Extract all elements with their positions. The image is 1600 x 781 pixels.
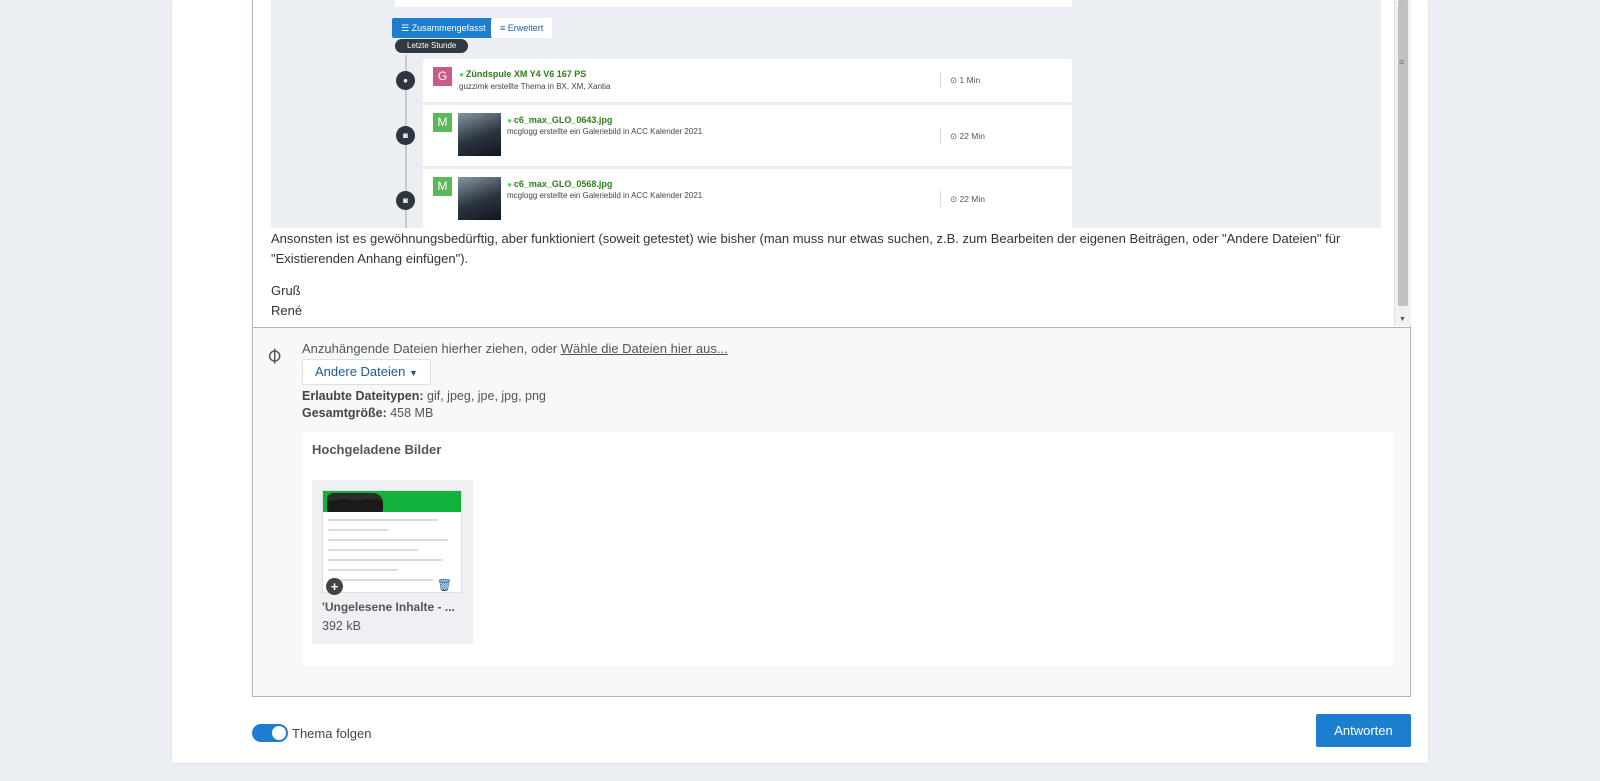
time-pill: Letzte Stunde (395, 39, 469, 53)
editor-scrollbar[interactable]: ≡ ▼ (1394, 0, 1411, 326)
allowed-types-value: gif, jpeg, jpe, jpg, png (423, 389, 546, 403)
preview-car-image (327, 493, 383, 512)
activity-time: ⊙ 1 Min (940, 72, 980, 88)
activity-title: c6_max_GLO_0643.jpg (507, 115, 613, 125)
activity-title: c6_max_GLO_0568.jpg (507, 179, 613, 189)
total-size-label: Gesamtgröße: (302, 406, 387, 420)
preview-line (328, 569, 398, 571)
trash-icon[interactable]: 🗑 (436, 578, 453, 593)
tab-extended-label: Erweitert (507, 23, 544, 33)
activity-time-value: 22 Min (959, 194, 985, 204)
image-filesize: 392 kB (322, 619, 361, 633)
tab-summary: ☰ Zusammengefasst (392, 18, 495, 38)
allowed-types-label: Erlaubte Dateitypen: (302, 389, 424, 403)
activity-item: G Zündspule XM Y4 V6 167 PS guzzimk erst… (423, 59, 1072, 102)
other-files-button[interactable]: Andere Dateien ▼ (302, 359, 431, 385)
activity-item: M c6_max_GLO_0643.jpg mcglogg erstellte … (423, 105, 1072, 166)
post-text-line: "Existierenden Anhang einfügen"). (271, 251, 469, 266)
choose-files-link[interactable]: Wähle die Dateien hier aus... (561, 341, 728, 356)
preview-line (328, 539, 448, 541)
message-editor[interactable]: ☰ Zusammengefasst ≡ Erweitert Letzte Stu… (252, 0, 1411, 697)
gallery-thumbnail (458, 113, 501, 156)
avatar: G (433, 67, 452, 86)
preview-line (328, 549, 418, 551)
follow-thread-toggle[interactable] (252, 724, 288, 742)
camera-icon: ◙ (396, 191, 415, 210)
activity-subtitle: mcglogg erstellte ein Galeriebild in ACC… (507, 191, 703, 200)
activity-time: ⊙ 22 Min (940, 128, 985, 144)
editor-content[interactable]: ☰ Zusammengefasst ≡ Erweitert Letzte Stu… (253, 0, 1394, 326)
drop-zone-label: Anzuhängende Dateien hierher ziehen, ode… (302, 341, 561, 356)
tab-extended: ≡ Erweitert (491, 18, 553, 38)
insert-image-icon[interactable]: + (326, 578, 343, 595)
total-size: Gesamtgröße: 458 MB (302, 406, 433, 420)
total-size-value: 458 MB (386, 406, 434, 420)
activity-time-value: 1 Min (959, 75, 981, 85)
embedded-screenshot: ☰ Zusammengefasst ≡ Erweitert Letzte Stu… (271, 0, 1381, 228)
other-files-label: Andere Dateien (315, 364, 406, 379)
uploaded-image-card: + 🗑 'Ungelesene Inhalte - ... 392 kB (312, 480, 473, 644)
image-filename: 'Ungelesene Inhalte - ... (322, 600, 455, 614)
scroll-down-icon[interactable]: ▼ (1399, 316, 1406, 323)
scrollbar-thumb[interactable] (1398, 0, 1408, 306)
comment-icon: ● (396, 71, 415, 90)
preview-line (328, 559, 443, 561)
drop-zone-text: Anzuhängende Dateien hierher ziehen, ode… (302, 341, 728, 356)
activity-item: M c6_max_GLO_0568.jpg mcglogg erstellte … (423, 169, 1072, 228)
preview-line (328, 519, 438, 521)
tab-summary-label: Zusammengefasst (411, 23, 486, 33)
caret-down-icon: ▼ (408, 368, 418, 378)
follow-thread-label: Thema folgen (292, 726, 372, 741)
activity-subtitle: mcglogg erstellte ein Galeriebild in ACC… (507, 127, 703, 136)
post-greeting: Gruß (271, 283, 301, 298)
allowed-types: Erlaubte Dateitypen: gif, jpeg, jpe, jpg… (302, 389, 546, 403)
avatar: M (433, 177, 452, 196)
scrollbar-grip-icon: ≡ (1399, 57, 1405, 67)
activity-time: ⊙ 22 Min (940, 191, 985, 207)
uploaded-images-heading: Hochgeladene Bilder (312, 442, 442, 457)
avatar: M (433, 113, 452, 132)
paperclip-icon: ⌀ (259, 341, 287, 369)
preview-line (328, 579, 433, 581)
post-signature: René (271, 303, 303, 318)
reply-button[interactable]: Antworten (1316, 714, 1411, 747)
activity-subtitle: guzzimk erstellte Thema in BX, XM, Xanti… (459, 82, 611, 91)
uploaded-images: Hochgeladene Bilder + 🗑 'Ungelesene Inha… (302, 432, 1393, 666)
post-text-line: Ansonsten ist es gewöhnungsbedürftig, ab… (271, 231, 1341, 246)
preview-line (328, 529, 388, 531)
toggle-knob (272, 726, 286, 740)
activity-time-value: 22 Min (959, 131, 985, 141)
camera-icon: ◙ (396, 126, 415, 145)
gallery-thumbnail (458, 177, 501, 220)
embed-top-bar (395, 0, 1072, 7)
activity-title: Zündspule XM Y4 V6 167 PS (459, 69, 586, 79)
attachment-area[interactable]: ⌀ Anzuhängende Dateien hierher ziehen, o… (253, 327, 1410, 696)
